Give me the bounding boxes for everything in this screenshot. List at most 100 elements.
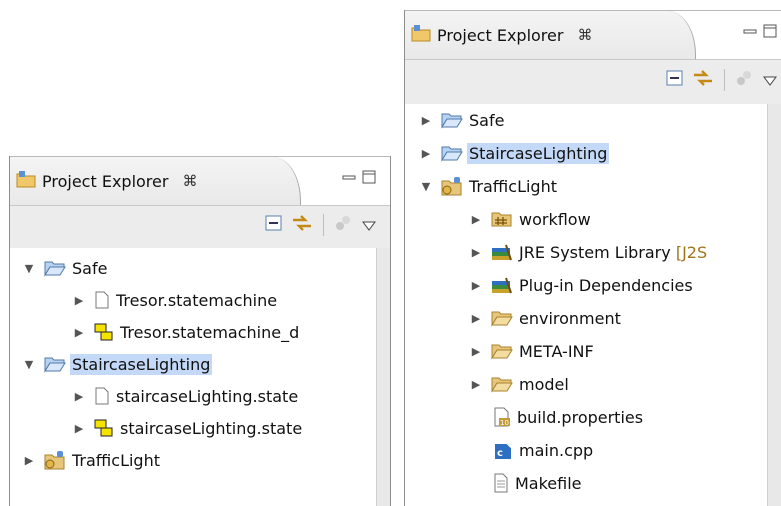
collapse-toggle-icon[interactable]: ▶ xyxy=(22,454,36,467)
expand-toggle-icon[interactable]: ▼ xyxy=(22,358,36,371)
tree-item-label: model xyxy=(519,374,569,394)
tree-item-label: JRE System Library [J2S xyxy=(519,243,707,262)
tree-item-jre-system-library[interactable]: ▶ JRE System Library [J2S xyxy=(405,236,768,268)
tree-item-safe[interactable]: ▶ Safe xyxy=(405,104,768,136)
tree-item-trafficlight[interactable]: ▼ TrafficLight xyxy=(405,170,768,202)
tree-item-build-properties[interactable]: 10 build.properties xyxy=(405,401,768,433)
view-title: Project Explorer xyxy=(437,25,564,45)
collapse-toggle-icon[interactable]: ▶ xyxy=(469,312,483,325)
tree-item-label: Safe xyxy=(72,258,108,278)
package-folder-icon xyxy=(491,210,513,228)
folder-open-blue-icon xyxy=(44,355,66,373)
tree-item-label: environment xyxy=(519,308,621,328)
tree-item-safe[interactable]: ▼ Safe xyxy=(10,252,377,284)
focus-icon[interactable] xyxy=(735,69,753,91)
link-with-editor-icon[interactable] xyxy=(692,69,714,91)
left-view-tab-bar: Project Explorer ⌘ xyxy=(10,156,390,205)
left-project-explorer-view: Project Explorer ⌘ ▼ Safe ▶ Tresor.state… xyxy=(9,156,391,506)
tree-item-staircaselighting[interactable]: ▶ StaircaseLighting xyxy=(405,137,768,169)
collapse-toggle-icon[interactable]: ▶ xyxy=(72,390,86,403)
minimize-icon[interactable] xyxy=(342,169,356,188)
diagram-icon xyxy=(94,323,114,341)
properties-file-icon: 10 xyxy=(493,407,511,427)
tree-item-workflow[interactable]: ▶ workflow xyxy=(405,203,768,235)
left-view-toolbar xyxy=(10,205,390,249)
collapse-all-icon[interactable] xyxy=(666,69,684,91)
maximize-icon[interactable] xyxy=(763,23,777,42)
collapse-toggle-icon[interactable]: ▶ xyxy=(469,345,483,358)
collapse-toggle-icon[interactable]: ▶ xyxy=(469,378,483,391)
tree-item-makefile[interactable]: Makefile xyxy=(405,467,768,499)
collapse-all-icon[interactable] xyxy=(265,214,283,236)
tree-item-label: TrafficLight xyxy=(72,450,160,470)
tree-item-staircaselighting-state-diagram[interactable]: ▶ staircaseLighting.state xyxy=(10,412,377,444)
left-vertical-scrollbar[interactable] xyxy=(376,248,390,506)
tree-item-plugin-dependencies[interactable]: ▶ Plug-in Dependencies xyxy=(405,269,768,301)
minimize-icon[interactable] xyxy=(743,23,757,42)
tree-item-label: META-INF xyxy=(519,341,594,361)
text-file-icon xyxy=(493,473,509,493)
file-icon xyxy=(94,387,110,405)
right-tree: ▶ Safe ▶ StaircaseLighting ▼ TrafficLigh… xyxy=(405,104,768,506)
project-explorer-icon xyxy=(16,170,36,192)
tree-item-tresor-statemachine[interactable]: ▶ Tresor.statemachine xyxy=(10,284,377,316)
tree-item-label: build.properties xyxy=(517,407,644,427)
tree-item-staircaselighting[interactable]: ▼ StaircaseLighting xyxy=(10,348,377,380)
tree-item-tresor-statemachine-diagram[interactable]: ▶ Tresor.statemachine_d xyxy=(10,316,377,348)
collapse-toggle-icon[interactable]: ▶ xyxy=(72,294,86,307)
library-icon xyxy=(491,276,513,294)
tree-item-label: staircaseLighting.state xyxy=(116,386,299,406)
project-icon xyxy=(441,176,463,196)
project-icon xyxy=(44,450,66,470)
cpp-file-icon: c xyxy=(493,440,513,460)
collapse-toggle-icon[interactable]: ▶ xyxy=(469,279,483,292)
folder-tan-icon xyxy=(491,342,513,360)
folder-tan-icon xyxy=(491,309,513,327)
tree-item-label: Safe xyxy=(469,110,505,130)
right-view-toolbar xyxy=(405,59,781,105)
maximize-icon[interactable] xyxy=(362,169,376,188)
view-title: Project Explorer xyxy=(42,171,169,191)
collapse-toggle-icon[interactable]: ▶ xyxy=(469,213,483,226)
expand-toggle-icon[interactable]: ▼ xyxy=(419,180,433,193)
tree-item-label: staircaseLighting.state xyxy=(120,418,303,438)
tree-item-label: workflow xyxy=(519,209,591,229)
view-menu-icon[interactable] xyxy=(362,216,376,235)
close-view-icon[interactable]: ⌘ xyxy=(182,172,197,190)
tree-item-label: Tresor.statemachine xyxy=(116,290,278,310)
close-view-icon[interactable]: ⌘ xyxy=(577,26,592,44)
tree-item-label: Tresor.statemachine_d xyxy=(120,322,300,342)
tree-item-label: main.cpp xyxy=(519,440,594,460)
tree-item-model[interactable]: ▶ model xyxy=(405,368,768,400)
expand-toggle-icon[interactable]: ▼ xyxy=(22,262,36,275)
svg-text:c: c xyxy=(497,448,503,459)
right-project-explorer-view: Project Explorer ⌘ ▶ Safe ▶ StaircaseLig… xyxy=(404,10,781,506)
folder-tan-icon xyxy=(491,375,513,393)
folder-open-blue-icon xyxy=(44,259,66,277)
project-explorer-icon xyxy=(411,24,431,46)
tree-item-main-cpp[interactable]: c main.cpp xyxy=(405,434,768,466)
tree-item-trafficlight[interactable]: ▶ TrafficLight xyxy=(10,444,377,476)
tree-item-environment[interactable]: ▶ environment xyxy=(405,302,768,334)
focus-icon[interactable] xyxy=(334,214,352,236)
library-suffix: [J2S xyxy=(675,242,708,262)
tree-item-label: StaircaseLighting xyxy=(467,142,610,164)
tree-item-label: Plug-in Dependencies xyxy=(519,275,693,295)
tree-item-label: Makefile xyxy=(515,473,582,493)
collapse-toggle-icon[interactable]: ▶ xyxy=(419,147,433,160)
folder-blue-icon xyxy=(441,111,463,129)
right-view-tab-bar: Project Explorer ⌘ xyxy=(405,10,781,59)
view-menu-icon[interactable] xyxy=(763,71,777,90)
collapse-toggle-icon[interactable]: ▶ xyxy=(72,422,86,435)
left-tree: ▼ Safe ▶ Tresor.statemachine ▶ Tresor.st… xyxy=(10,248,377,506)
folder-blue-icon xyxy=(441,144,463,162)
library-name: JRE System Library xyxy=(519,242,671,262)
collapse-toggle-icon[interactable]: ▶ xyxy=(72,326,86,339)
collapse-toggle-icon[interactable]: ▶ xyxy=(419,114,433,127)
link-with-editor-icon[interactable] xyxy=(291,214,313,236)
collapse-toggle-icon[interactable]: ▶ xyxy=(469,246,483,259)
tree-item-meta-inf[interactable]: ▶ META-INF xyxy=(405,335,768,367)
tree-item-label: TrafficLight xyxy=(469,176,557,196)
tree-item-staircaselighting-state[interactable]: ▶ staircaseLighting.state xyxy=(10,380,377,412)
right-vertical-scrollbar[interactable] xyxy=(767,104,781,506)
